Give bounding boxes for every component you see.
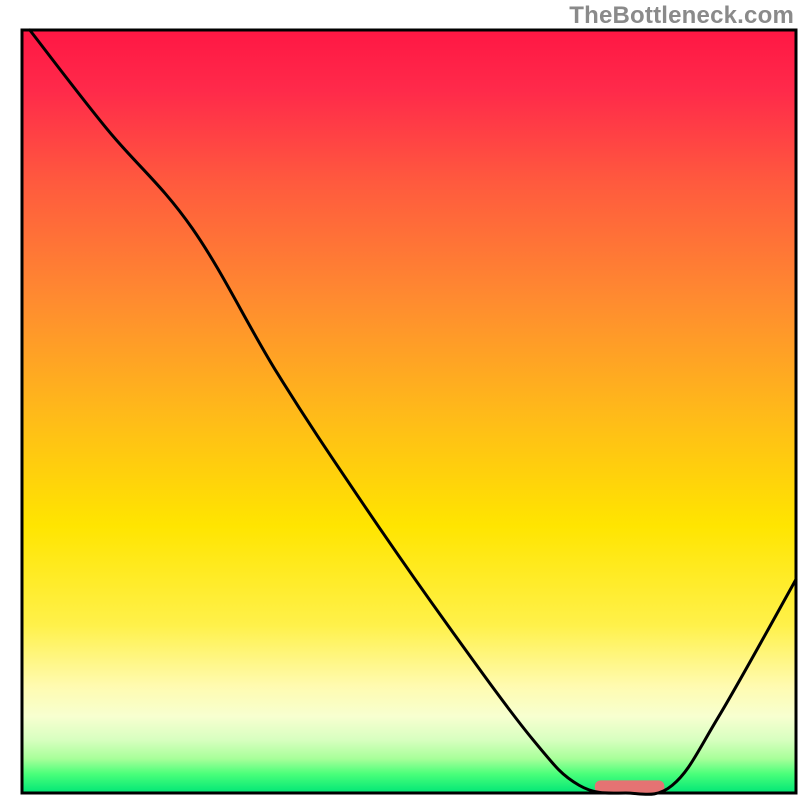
watermark-text: TheBottleneck.com — [569, 2, 794, 30]
chart-svg — [0, 0, 800, 800]
chart-container: TheBottleneck.com — [0, 0, 800, 800]
plot-background — [22, 30, 796, 793]
